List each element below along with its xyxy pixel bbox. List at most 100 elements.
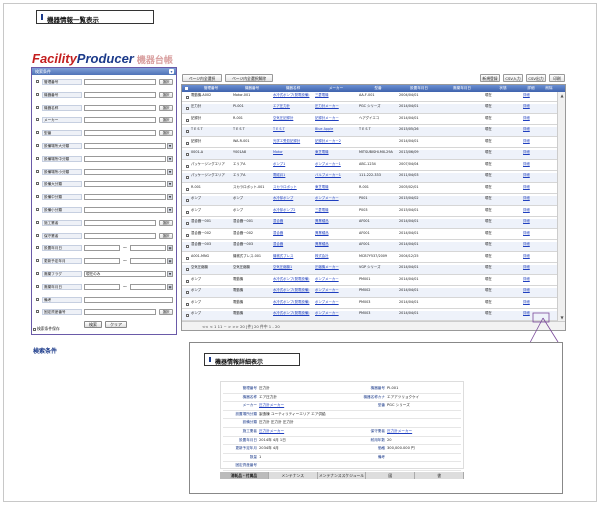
filter-select[interactable] xyxy=(84,155,166,162)
filter-select[interactable]: 現在のみ xyxy=(84,271,166,277)
cell-link[interactable]: 記録計メーカー xyxy=(315,115,357,125)
calendar-icon[interactable]: ▦ xyxy=(167,245,173,252)
chevron-down-icon[interactable]: ▼ xyxy=(167,155,173,162)
cell-link[interactable]: 混合器 xyxy=(273,242,313,252)
filter-checkbox[interactable] xyxy=(36,80,39,83)
row-checkbox[interactable] xyxy=(186,176,189,179)
table-row[interactable]: パッケージングエリア エリアA 電磁弁1 バルブメーカー1 111-222-333 201… xyxy=(182,172,557,183)
detail-link[interactable]: 詳細 xyxy=(523,288,539,298)
chevron-down-icon[interactable]: ▼ xyxy=(167,271,173,277)
row-checkbox[interactable] xyxy=(186,95,189,99)
filter-select-button[interactable]: 選択 xyxy=(159,117,173,124)
filter-input[interactable] xyxy=(84,117,156,124)
filter-range-to[interactable] xyxy=(130,245,166,252)
filter-select-button[interactable]: 選択 xyxy=(159,309,173,316)
filter-input[interactable] xyxy=(84,219,156,226)
detail-link[interactable]: 詳細 xyxy=(523,242,539,252)
table-row[interactable]: ポンプ 電動機 水冷式ポンプ(発電設備) ポンプメーカー PM002 2014/04/01… xyxy=(182,287,557,298)
cell-link[interactable]: 水冷式ポンプ(発電設備) xyxy=(273,288,313,298)
cell-link[interactable]: 水冷式ポンプ(発電設備) xyxy=(273,276,313,286)
row-checkbox[interactable] xyxy=(186,141,189,145)
detail-link[interactable]: 詳細 xyxy=(523,230,539,240)
filter-checkbox[interactable] xyxy=(36,131,39,135)
cell-link[interactable]: 東芝電機 xyxy=(315,150,357,160)
detail-link[interactable]: 詳細 xyxy=(523,253,539,263)
select-all-checkbox[interactable] xyxy=(182,85,190,92)
filter-checkbox[interactable] xyxy=(36,208,39,211)
print-button[interactable]: 印刷 xyxy=(549,74,565,82)
row-checkbox[interactable] xyxy=(186,314,189,317)
filter-checkbox[interactable] xyxy=(36,310,39,314)
cell-link[interactable]: ポンプメーカー xyxy=(315,196,357,206)
clear-button[interactable]: クリア xyxy=(105,321,127,328)
detail-link[interactable]: 圧力計メーカー xyxy=(387,429,412,434)
table-row[interactable]: A001-MNG 機械式プレス-001 機械式プレス 株式会社 MCB7Y537/200… xyxy=(182,253,557,263)
cell-link[interactable]: 圧縮機メーカー xyxy=(315,265,357,275)
detail-link[interactable]: 詳細 xyxy=(523,265,539,275)
detail-link[interactable]: 詳細 xyxy=(523,276,539,286)
table-row[interactable]: パッケージングエリア エリアA ポンプ1 ポンプメーカー1 ABC-1234 2007/0… xyxy=(182,161,557,171)
table-row[interactable]: 0001-A Y001A8 Motor 東芝電機 MITSUBISHI-MX-29A 20… xyxy=(182,149,557,160)
table-row[interactable]: 電動機-A002 Motor-001 水冷式ポンプ(発電設備) 三菱電機 AA-F-00… xyxy=(182,92,557,102)
filter-input[interactable] xyxy=(84,130,156,137)
detail-link[interactable]: 詳細 xyxy=(523,299,539,309)
cell-link[interactable]: Motor xyxy=(273,150,313,160)
filter-select-button[interactable]: 選択 xyxy=(159,219,173,226)
detail-tab[interactable]: 消耗品・付属品 xyxy=(220,472,269,479)
filter-select[interactable] xyxy=(84,143,166,149)
table-row[interactable]: 圧力計 PI-001 エア圧力計 圧力計メーカー PGC シリーズ 2014/04/01 現… xyxy=(182,103,557,114)
detail-tab[interactable]: 書 xyxy=(415,472,464,479)
filter-range-to[interactable] xyxy=(130,283,166,290)
detail-link[interactable]: 詳細 xyxy=(523,173,539,183)
collapse-icon[interactable]: ▾ xyxy=(169,69,174,74)
filter-range-from[interactable] xyxy=(84,258,120,265)
chevron-down-icon[interactable]: ▼ xyxy=(167,207,173,213)
row-checkbox[interactable] xyxy=(186,187,189,191)
chevron-down-icon[interactable]: ▼ xyxy=(167,168,173,175)
filter-range-from[interactable] xyxy=(84,245,120,252)
table-row[interactable]: ポンプ ポンプ 水冷却ポンプ ポンプメーカー P001 2015/04/02 現在 詳細 xyxy=(182,195,557,206)
chevron-down-icon[interactable]: ▼ xyxy=(167,181,173,188)
filter-checkbox[interactable] xyxy=(36,246,39,250)
detail-link[interactable]: 詳細 xyxy=(523,127,539,137)
cell-link[interactable]: 水冷却ポンプ2 xyxy=(273,207,313,217)
row-checkbox[interactable] xyxy=(186,279,189,283)
row-checkbox[interactable] xyxy=(186,199,189,202)
row-checkbox[interactable] xyxy=(186,256,189,260)
cell-link[interactable]: スカラロボット xyxy=(273,184,313,194)
cell-link[interactable]: 水冷却ポンプ xyxy=(273,196,313,206)
cell-link[interactable]: ポンプメーカー xyxy=(315,288,357,298)
detail-tab[interactable]: メンテナンススケジュール xyxy=(318,472,367,479)
filter-select[interactable] xyxy=(84,194,166,201)
new-button[interactable]: 新規登録 xyxy=(480,74,500,82)
cell-link[interactable]: 三菱電機 xyxy=(315,207,357,217)
filter-checkbox[interactable] xyxy=(36,144,39,147)
cell-link[interactable]: 水冷式ポンプ(発電設備) xyxy=(273,311,313,321)
filter-select[interactable] xyxy=(84,207,166,213)
filter-input[interactable] xyxy=(84,232,156,239)
cell-link[interactable]: 混合器 xyxy=(273,230,313,240)
filter-select-button[interactable]: 選択 xyxy=(159,91,173,98)
cell-link[interactable]: 記録計メーカー2 xyxy=(315,138,357,148)
cell-link[interactable]: 電磁弁1 xyxy=(273,173,313,183)
deselect-all-button[interactable]: ページ内全選択解除 xyxy=(225,74,273,82)
detail-link[interactable]: 詳細 xyxy=(523,207,539,217)
cell-link[interactable]: 光学エ受皿記録計 xyxy=(273,138,313,148)
cell-link[interactable]: 空気圧縮機1 xyxy=(273,265,313,275)
detail-link[interactable]: 詳細 xyxy=(523,138,539,148)
cell-link[interactable]: 異業種品 xyxy=(315,242,357,252)
row-checkbox[interactable] xyxy=(186,164,189,168)
row-checkbox[interactable] xyxy=(186,153,189,156)
cell-link[interactable]: エア圧力計 xyxy=(273,104,313,114)
scroll-up-icon[interactable]: ▲ xyxy=(558,92,565,99)
search-button[interactable]: 検索 xyxy=(84,321,102,328)
filter-input[interactable] xyxy=(84,104,156,111)
chevron-down-icon[interactable]: ▼ xyxy=(167,194,173,201)
table-row[interactable]: ポンプ 電動機 水冷式ポンプ(発電設備) ポンプメーカー PM003 2014/04/01… xyxy=(182,310,557,321)
table-row[interactable]: R-001 スカラロボット-001 スカラロボット 東芝電機 R-001 2005/02/… xyxy=(182,184,557,194)
row-checkbox[interactable] xyxy=(186,245,189,248)
filter-checkbox[interactable] xyxy=(36,92,39,96)
filter-input[interactable] xyxy=(84,79,156,85)
detail-link[interactable]: 圧力計メーカー xyxy=(259,403,284,408)
detail-link[interactable]: 圧力計メーカー xyxy=(259,429,284,434)
